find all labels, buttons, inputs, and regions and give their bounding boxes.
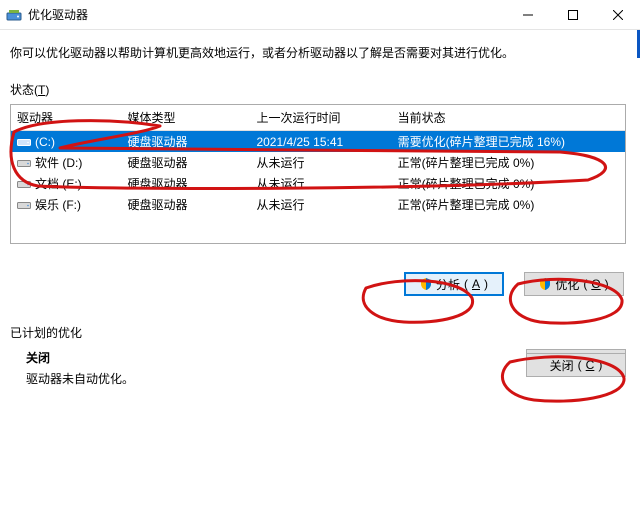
- close-window-button[interactable]: 关闭(C): [526, 353, 626, 377]
- media-type: 硬盘驱动器: [122, 173, 251, 194]
- app-icon: [6, 7, 22, 23]
- shield-icon: [420, 278, 432, 290]
- col-header-status[interactable]: 当前状态: [392, 105, 625, 131]
- drive-label: (C:): [35, 135, 55, 149]
- drive-icon: [17, 137, 31, 147]
- last-run: 从未运行: [250, 194, 391, 215]
- minimize-button[interactable]: [505, 0, 550, 30]
- col-header-last[interactable]: 上一次运行时间: [250, 105, 391, 131]
- media-type: 硬盘驱动器: [122, 152, 251, 173]
- drive-label: 文档 (E:): [35, 175, 82, 192]
- table-row[interactable]: 娱乐 (F:) 硬盘驱动器从未运行正常(碎片整理已完成 0%): [11, 194, 625, 215]
- current-status: 正常(碎片整理已完成 0%): [392, 194, 625, 215]
- current-status: 需要优化(碎片整理已完成 16%): [392, 131, 625, 153]
- table-row[interactable]: (C:) 硬盘驱动器2021/4/25 15:41需要优化(碎片整理已完成 16%…: [11, 131, 625, 153]
- drive-icon: [17, 200, 31, 210]
- window-title: 优化驱动器: [28, 6, 88, 23]
- last-run: 从未运行: [250, 152, 391, 173]
- last-run: 从未运行: [250, 173, 391, 194]
- drive-label: 娱乐 (F:): [35, 196, 81, 213]
- col-header-media[interactable]: 媒体类型: [122, 105, 251, 131]
- maximize-button[interactable]: [550, 0, 595, 30]
- title-bar: 优化驱动器: [0, 0, 640, 30]
- shield-icon: [539, 278, 551, 290]
- scheduled-message: 驱动器未自动优化。: [26, 370, 516, 387]
- table-header-row[interactable]: 驱动器 媒体类型 上一次运行时间 当前状态: [11, 105, 625, 131]
- media-type: 硬盘驱动器: [122, 131, 251, 153]
- current-status: 正常(碎片整理已完成 0%): [392, 152, 625, 173]
- col-header-drive[interactable]: 驱动器: [11, 105, 122, 131]
- status-section-label: 状态(T): [10, 81, 626, 98]
- scheduled-section-label: 已计划的优化: [10, 324, 626, 341]
- drive-table[interactable]: 驱动器 媒体类型 上一次运行时间 当前状态 (C:)硬盘驱动器2021/4/25…: [10, 104, 626, 244]
- scheduled-state: 关闭: [26, 349, 516, 366]
- optimize-button[interactable]: 优化(O): [524, 272, 624, 296]
- table-row[interactable]: 文档 (E:) 硬盘驱动器从未运行正常(碎片整理已完成 0%): [11, 173, 625, 194]
- close-button[interactable]: [595, 0, 640, 30]
- drive-icon: [17, 179, 31, 189]
- drive-icon: [17, 158, 31, 168]
- last-run: 2021/4/25 15:41: [250, 131, 391, 153]
- drive-label: 软件 (D:): [35, 154, 82, 171]
- media-type: 硬盘驱动器: [122, 194, 251, 215]
- current-status: 正常(碎片整理已完成 0%): [392, 173, 625, 194]
- table-row[interactable]: 软件 (D:) 硬盘驱动器从未运行正常(碎片整理已完成 0%): [11, 152, 625, 173]
- analyze-button[interactable]: 分析(A): [404, 272, 504, 296]
- description-text: 你可以优化驱动器以帮助计算机更高效地运行，或者分析驱动器以了解是否需要对其进行优…: [10, 44, 626, 61]
